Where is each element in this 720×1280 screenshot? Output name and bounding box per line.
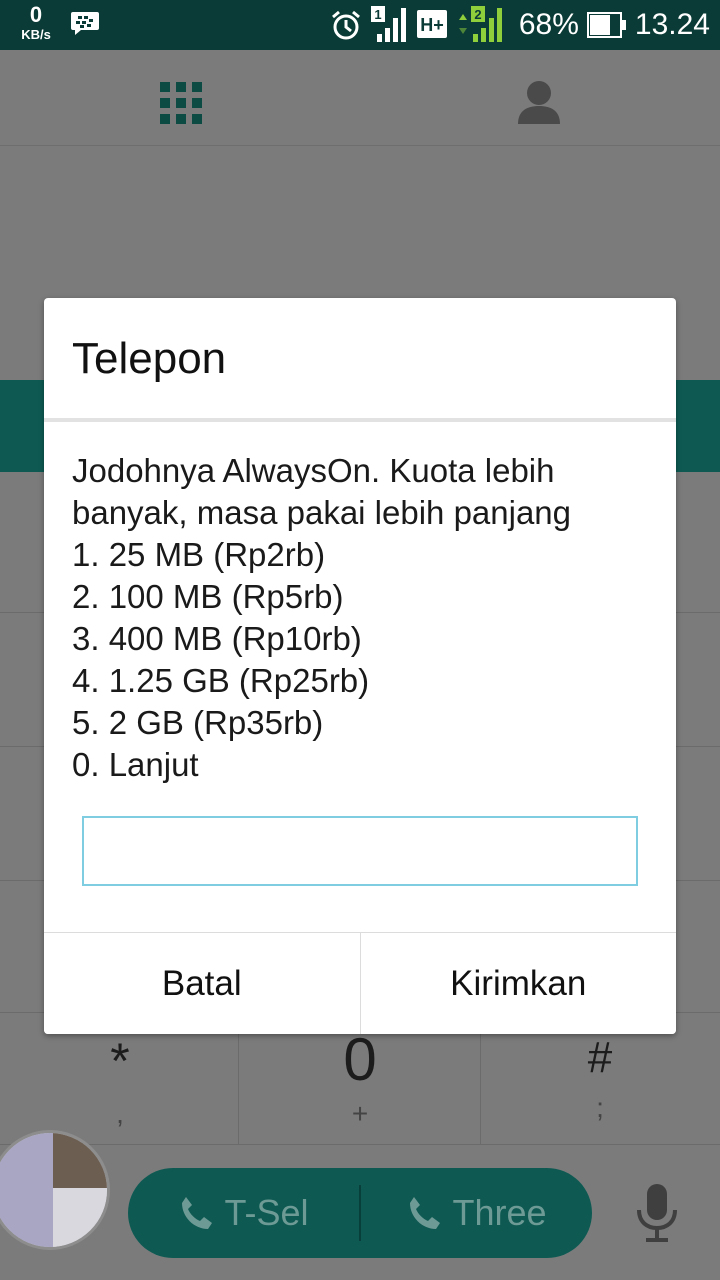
message-line: Jodohnya AlwaysOn. Kuota lebih banyak, m… bbox=[72, 452, 572, 531]
microphone-icon[interactable] bbox=[636, 1184, 678, 1244]
sim1-label: 1 bbox=[374, 7, 381, 22]
dialer-tab-bar bbox=[0, 50, 720, 146]
keypad-divider bbox=[0, 1144, 720, 1145]
call-sim2-label: Three bbox=[452, 1192, 547, 1233]
battery-icon bbox=[586, 12, 626, 38]
dialog-title: Telepon bbox=[72, 334, 227, 383]
avatar-image bbox=[53, 1133, 107, 1188]
ussd-reply-input[interactable] bbox=[82, 816, 638, 886]
status-icons: 1 H+ 2 68% 13.24 bbox=[329, 6, 710, 44]
call-button-group: T-Sel Three bbox=[128, 1168, 592, 1258]
sim2-label: 2 bbox=[474, 7, 481, 22]
key-zero-main: 0 bbox=[343, 1026, 377, 1093]
message-line: 1. 25 MB (Rp2rb) bbox=[72, 536, 326, 573]
network-speed-unit: KB/s bbox=[21, 27, 51, 42]
key-hash-sub: ; bbox=[596, 1092, 604, 1123]
dialog-message: Jodohnya AlwaysOn. Kuota lebih banyak, m… bbox=[72, 450, 652, 786]
dialog-button-bar: Batal Kirimkan bbox=[44, 932, 676, 1034]
key-star[interactable]: * , bbox=[0, 1036, 240, 1128]
message-line: 3. 400 MB (Rp10rb) bbox=[72, 620, 362, 657]
message-line: 2. 100 MB (Rp5rb) bbox=[72, 578, 344, 615]
call-sim1-label: T-Sel bbox=[224, 1192, 309, 1233]
bbm-notification-icon bbox=[71, 12, 99, 35]
phone-icon bbox=[410, 1197, 441, 1229]
sim2-signal-icon: 2 bbox=[458, 6, 502, 42]
ussd-dialog: Telepon Jodohnya AlwaysOn. Kuota lebih b… bbox=[44, 298, 676, 1034]
battery-percentage: 68% bbox=[518, 8, 579, 41]
message-line: 4. 1.25 GB (Rp25rb) bbox=[72, 662, 370, 699]
message-line: 5. 2 GB (Rp35rb) bbox=[72, 704, 324, 741]
network-type-icon: H+ bbox=[416, 10, 447, 38]
key-hash[interactable]: # ; bbox=[480, 1036, 720, 1122]
network-speed-value: 0 bbox=[29, 2, 43, 27]
speed-dial-avatar[interactable] bbox=[0, 1130, 110, 1250]
dialpad-tab-icon[interactable] bbox=[160, 82, 202, 124]
alarm-icon bbox=[331, 10, 360, 40]
key-zero-sub: + bbox=[351, 1098, 369, 1129]
network-type-label: H+ bbox=[420, 15, 444, 35]
key-star-sub: , bbox=[116, 1098, 124, 1129]
message-line: 0. Lanjut bbox=[72, 746, 199, 783]
key-star-main: * bbox=[110, 1033, 130, 1089]
dialog-title-divider bbox=[44, 418, 676, 422]
avatar-image bbox=[53, 1188, 107, 1247]
network-speed: 0 KB/s bbox=[14, 2, 58, 42]
call-sim2-button[interactable]: Three bbox=[361, 1168, 592, 1258]
clock: 13.24 bbox=[634, 8, 710, 41]
key-hash-main: # bbox=[587, 1033, 613, 1082]
phone-icon bbox=[182, 1197, 213, 1229]
send-button[interactable]: Kirimkan bbox=[359, 933, 676, 1034]
key-zero[interactable]: 0 + bbox=[240, 1030, 480, 1128]
sim1-signal-icon: 1 bbox=[370, 6, 406, 42]
cancel-button[interactable]: Batal bbox=[44, 933, 360, 1034]
status-bar: 0 KB/s 1 H+ 2 68% 13.24 bbox=[0, 0, 720, 50]
avatar-image bbox=[0, 1133, 53, 1247]
call-sim1-button[interactable]: T-Sel bbox=[128, 1168, 359, 1258]
contacts-tab-icon[interactable] bbox=[518, 80, 560, 124]
